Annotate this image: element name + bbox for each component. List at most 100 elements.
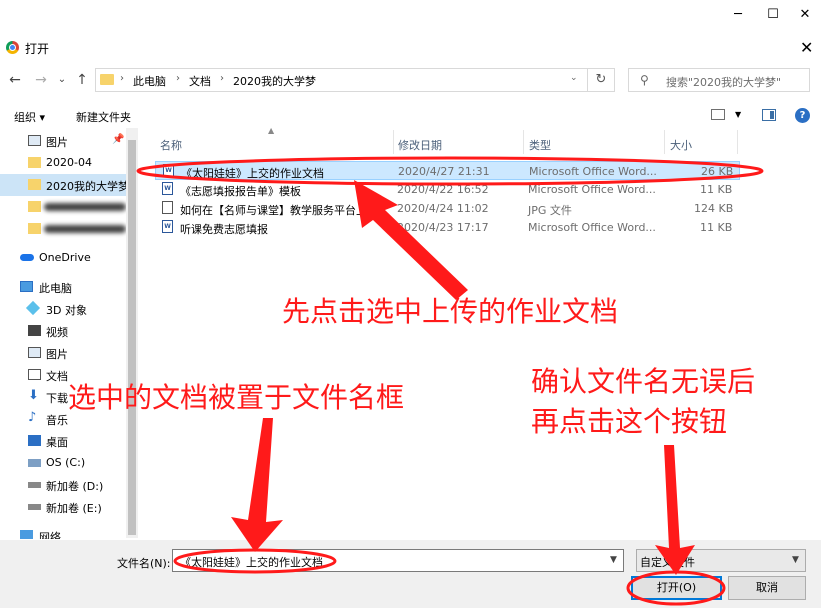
chevron-down-icon[interactable]: ⌄ [570, 73, 578, 83]
3d-objects-icon [25, 300, 41, 316]
pin-icon[interactable]: 📌 [112, 134, 124, 145]
sidebar-item-drive-d[interactable]: 新加卷 (D:) [0, 474, 126, 496]
chevron-down-icon[interactable]: ▼ [610, 555, 617, 565]
sidebar-item-label: 网络 [39, 531, 61, 539]
sidebar-item-label: 图片 [46, 136, 68, 149]
documents-icon [28, 369, 41, 380]
annotation-filename-box: 选中的文档被置于文件名框 [68, 381, 405, 414]
dialog-title: 打开 [25, 42, 50, 56]
word-icon: W [162, 182, 173, 195]
column-header-size[interactable]: 大小 [670, 137, 692, 153]
new-folder-button[interactable]: 新建文件夹 [76, 109, 131, 125]
drive-icon [28, 482, 41, 488]
organize-button[interactable]: 组织 ▾ [14, 109, 45, 125]
pictures-icon [28, 135, 41, 146]
sidebar-item-videos[interactable]: 视频 [0, 320, 126, 342]
sidebar-item-network[interactable]: 网络 [0, 525, 126, 539]
preview-pane-icon[interactable] [762, 109, 776, 121]
redacted-label [44, 203, 126, 211]
navigation-pane: 图片 📌 2020-04 2020我的大学梦 OneDrive 此电脑 3D 对… [0, 128, 138, 540]
breadcrumb-separator: › [120, 73, 124, 84]
dialog-close-button[interactable]: ✕ [800, 38, 813, 57]
file-name: 如何在【名师与课堂】教学服务平台上... [180, 204, 375, 217]
sidebar-item-label: 2020-04 [46, 156, 92, 169]
folder-icon [100, 74, 114, 85]
sidebar-item-drive-e[interactable]: 新加卷 (E:) [0, 496, 126, 518]
file-row[interactable]: W 《志愿填报报告单》模板 2020/4/22 16:52 Microsoft … [155, 180, 740, 199]
column-divider[interactable] [523, 130, 524, 154]
file-row[interactable]: W 听课免费志愿填报 2020/4/23 17:17 Microsoft Off… [155, 218, 740, 237]
file-date: 2020/4/27 21:31 [398, 165, 490, 178]
sidebar-item-2020-04[interactable]: 2020-04 [0, 152, 126, 174]
open-button[interactable]: 打开(O) [631, 576, 722, 600]
file-name: 听课免费志愿填报 [180, 223, 268, 236]
word-icon: W [163, 164, 174, 177]
drive-icon [28, 459, 41, 467]
sidebar-item-this-pc[interactable]: 此电脑 [0, 276, 126, 298]
file-row[interactable]: 如何在【名师与课堂】教学服务平台上... 2020/4/24 11:02 JPG… [155, 199, 740, 218]
window-close-button[interactable]: ✕ [782, 0, 821, 30]
annotation-confirm-line2: 再点击这个按钮 [531, 405, 728, 438]
sidebar-item-label: 音乐 [46, 414, 68, 427]
refresh-button[interactable]: ↻ [587, 69, 614, 91]
view-options-icon[interactable] [711, 109, 725, 120]
address-bar[interactable] [95, 68, 615, 92]
file-name: 《太阳娃娃》上交的作业文档 [181, 167, 324, 180]
search-placeholder: 搜索"2020我的大学梦" [666, 76, 782, 89]
up-button[interactable]: ↑ [72, 70, 92, 90]
sidebar-item-current-folder[interactable]: 2020我的大学梦 [0, 174, 129, 196]
file-date: 2020/4/23 17:17 [397, 221, 489, 234]
video-icon [28, 325, 41, 336]
column-divider[interactable] [737, 130, 738, 154]
file-type: Microsoft Office Word... [529, 165, 657, 178]
column-header-date[interactable]: 修改日期 [398, 137, 442, 153]
recent-locations-button[interactable]: ⌄ [52, 70, 72, 90]
file-date: 2020/4/24 11:02 [397, 202, 489, 215]
help-icon[interactable]: ? [795, 108, 810, 123]
computer-icon [20, 281, 33, 292]
column-header-type[interactable]: 类型 [529, 137, 551, 153]
back-button[interactable]: ← [5, 70, 25, 90]
sidebar-item-label: 3D 对象 [46, 304, 87, 317]
breadcrumb-this-pc[interactable]: 此电脑 [133, 73, 166, 89]
column-divider[interactable] [393, 130, 394, 154]
file-row-selected[interactable]: W 《太阳娃娃》上交的作业文档 2020/4/27 21:31 Microsof… [155, 161, 740, 180]
chevron-down-icon[interactable]: ▼ [735, 110, 741, 119]
music-icon: ♪ [28, 410, 37, 425]
sidebar-item-label: 图片 [46, 348, 68, 361]
sidebar-item-3d-objects[interactable]: 3D 对象 [0, 298, 126, 320]
sidebar-item-pictures[interactable]: 图片 [0, 342, 126, 364]
sidebar-item-drive-c[interactable]: OS (C:) [0, 452, 126, 474]
breadcrumb-separator: › [220, 73, 224, 84]
sidebar-item-label: 此电脑 [39, 282, 72, 295]
breadcrumb-documents[interactable]: 文档 [189, 73, 211, 89]
file-size: 124 KB [694, 202, 734, 215]
sidebar-item-redacted[interactable] [0, 196, 126, 218]
sidebar-item-redacted[interactable] [0, 218, 126, 240]
file-type: JPG 文件 [528, 204, 572, 217]
folder-icon [28, 179, 41, 190]
sidebar-item-desktop[interactable]: 桌面 [0, 430, 126, 452]
chrome-icon [6, 41, 19, 54]
breadcrumb-separator: › [176, 73, 180, 84]
sidebar-item-onedrive[interactable]: OneDrive [0, 247, 126, 269]
sidebar-item-label: 视频 [46, 326, 68, 339]
filename-value[interactable]: 《太阳娃娃》上交的作业文档 [180, 554, 323, 570]
forward-button[interactable]: → [31, 70, 51, 90]
breadcrumb-current-folder[interactable]: 2020我的大学梦 [233, 73, 316, 89]
sidebar-item-label: OS (C:) [46, 456, 86, 469]
word-icon: W [162, 220, 173, 233]
file-date: 2020/4/22 16:52 [397, 183, 489, 196]
column-divider[interactable] [664, 130, 665, 154]
column-header-name[interactable]: 名称 [160, 137, 182, 153]
sidebar-scrollbar-thumb[interactable] [128, 140, 136, 535]
sidebar-item-pictures-pinned[interactable]: 图片 📌 [0, 130, 126, 152]
file-size: 11 KB [700, 221, 733, 234]
annotation-confirm-line1: 确认文件名无误后 [531, 365, 756, 398]
chevron-down-icon[interactable]: ▼ [792, 555, 799, 565]
cancel-button[interactable]: 取消 [728, 576, 806, 600]
pictures-icon [28, 347, 41, 358]
file-type: Microsoft Office Word... [528, 183, 656, 196]
file-name: 《志愿填报报告单》模板 [180, 185, 301, 198]
cloud-icon [20, 254, 34, 261]
